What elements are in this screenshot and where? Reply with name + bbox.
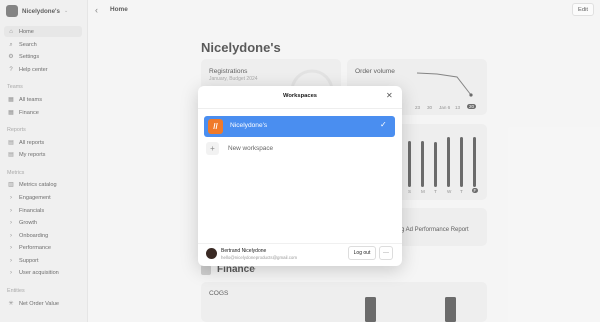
workspaces-modal: Workspaces ✕ // Nicelydone's ✓ + New wor… bbox=[198, 86, 402, 266]
close-icon[interactable]: ✕ bbox=[386, 91, 393, 100]
workspace-logo: // bbox=[208, 119, 223, 134]
avatar bbox=[206, 248, 217, 259]
workspace-option-selected[interactable]: // Nicelydone's ✓ bbox=[204, 116, 395, 137]
more-options-icon[interactable]: ··· bbox=[379, 246, 393, 260]
user-email: hello@nicelydoneproducts@gmail.com bbox=[221, 255, 298, 260]
plus-icon: + bbox=[206, 142, 219, 155]
logout-button[interactable]: Log out bbox=[348, 246, 376, 260]
modal-title: Workspaces bbox=[282, 93, 318, 99]
divider bbox=[198, 108, 402, 109]
divider bbox=[198, 243, 402, 244]
checkmark-icon: ✓ bbox=[380, 120, 387, 129]
new-workspace-label: New workspace bbox=[228, 145, 274, 152]
workspace-option-name: Nicelydone's bbox=[230, 122, 268, 129]
user-name: Bertrand Nicelydone bbox=[221, 248, 267, 254]
new-workspace-button[interactable]: + New workspace bbox=[206, 142, 273, 155]
